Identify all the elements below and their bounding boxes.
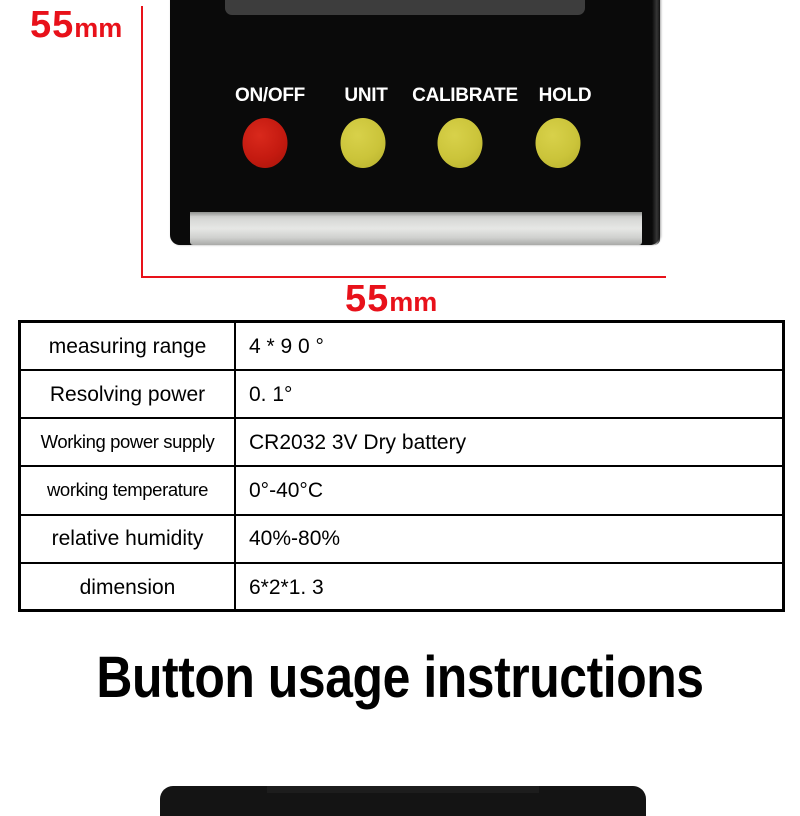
button-label-hold: HOLD — [538, 85, 592, 106]
hold-button[interactable] — [535, 118, 581, 168]
dimension-label-height: 55mm — [30, 4, 122, 47]
table-row: measuring range 4 * 9 0 ° — [21, 323, 782, 372]
table-row: Working power supply CR2032 3V Dry batte… — [21, 419, 782, 468]
table-row: Resolving power 0. 1° — [21, 371, 782, 420]
device-edge-highlight — [652, 0, 660, 245]
product-photo-area: ON/OFF UNIT CALIBRATE HOLD 55mm 55mm — [0, 0, 800, 315]
spec-key: dimension — [21, 563, 236, 612]
dimension-width-unit: mm — [389, 287, 438, 315]
spec-value: CR2032 3V Dry battery — [249, 430, 467, 454]
dimension-height-value: 55 — [30, 4, 75, 46]
specification-table: measuring range 4 * 9 0 ° Resolving powe… — [18, 320, 785, 612]
lcd-digit-group — [225, 0, 585, 15]
unit-button[interactable] — [340, 118, 386, 168]
inclinometer-device: ON/OFF UNIT CALIBRATE HOLD — [170, 0, 660, 245]
spec-key: Working power supply — [21, 419, 236, 466]
button-label-row: ON/OFF UNIT CALIBRATE HOLD — [170, 85, 660, 111]
power-button[interactable] — [242, 118, 288, 168]
lcd-display — [225, 0, 585, 15]
spec-value: 0. 1° — [249, 382, 293, 406]
dimension-label-width: 55mm — [345, 278, 437, 315]
section-heading: Button usage instructions — [96, 645, 704, 710]
spec-key: working temperature — [21, 467, 236, 514]
spec-value: 40%-80% — [249, 527, 341, 551]
spec-key: Resolving power — [21, 371, 236, 418]
table-row: working temperature 0°-40°C — [21, 467, 782, 516]
button-label-on-off: ON/OFF — [235, 85, 305, 106]
spec-value: 4 * 9 0 ° — [249, 334, 324, 358]
metal-base-plate — [190, 212, 642, 245]
spec-value: 0°-40°C — [249, 479, 323, 503]
bottom-device-notch — [266, 786, 540, 793]
spec-value: 6*2*1. 3 — [249, 576, 324, 600]
dimension-guide-vertical — [141, 6, 143, 278]
button-label-calibrate: CALIBRATE — [412, 85, 518, 106]
bottom-device-preview — [160, 786, 646, 816]
calibrate-button[interactable] — [437, 118, 483, 168]
table-row: relative humidity 40%-80% — [21, 515, 782, 564]
table-row: dimension 6*2*1. 3 — [21, 563, 782, 612]
product-info-page: ON/OFF UNIT CALIBRATE HOLD 55mm 55mm mea… — [0, 0, 800, 816]
dimension-height-unit: mm — [74, 13, 123, 43]
button-label-unit: UNIT — [344, 85, 388, 106]
spec-key: measuring range — [21, 323, 236, 370]
dimension-width-value: 55 — [345, 278, 390, 315]
metal-base-edge — [190, 212, 642, 216]
spec-key: relative humidity — [21, 515, 236, 562]
